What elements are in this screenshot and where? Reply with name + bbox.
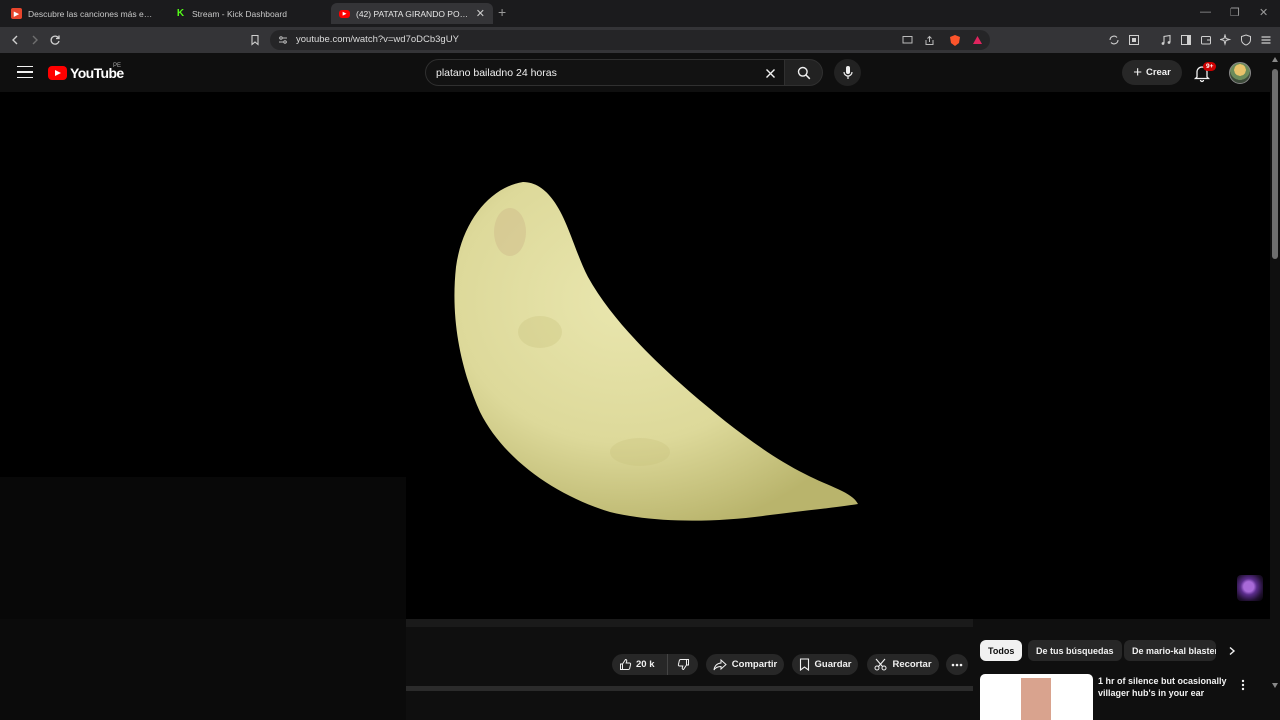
recommendation-more-icon[interactable] [1237, 677, 1249, 693]
save-label: Guardar [814, 659, 852, 670]
browser-tab-kick[interactable]: K Stream - Kick Dashboard [167, 3, 327, 24]
new-tab-button[interactable]: + [498, 4, 506, 20]
create-label: Crear [1145, 67, 1171, 78]
sidebar-icon[interactable] [1179, 33, 1193, 47]
share-page-icon[interactable] [922, 33, 936, 47]
like-button[interactable]: 20 k [612, 654, 668, 675]
search-button[interactable] [785, 59, 823, 86]
search-input[interactable]: platano bailadno 24 horas [425, 59, 785, 86]
minimize-icon[interactable]: — [1200, 6, 1211, 18]
more-actions-button[interactable] [946, 654, 968, 675]
music-app-icon: ▶ [11, 8, 22, 19]
youtube-icon: ▶ [339, 9, 350, 18]
microphone-icon [842, 66, 853, 79]
video-frame-banana [454, 182, 858, 521]
browser-tab-music[interactable]: ▶ Descubre las canciones más escucha [3, 3, 163, 24]
more-horizontal-icon [951, 663, 963, 666]
site-settings-icon[interactable] [276, 33, 290, 47]
voice-search-button[interactable] [834, 59, 861, 86]
page-scrollbar[interactable] [1270, 53, 1280, 720]
share-label: Compartir [731, 659, 778, 670]
back-button[interactable] [6, 31, 24, 49]
tab-label: (42) PATATA GIRANDO POR 10 H [356, 8, 472, 19]
recommendation-thumbnail[interactable] [980, 674, 1093, 720]
avatar[interactable] [1229, 62, 1251, 84]
page-divider [406, 686, 973, 691]
clip-label: Recortar [892, 659, 932, 670]
player-bottom-strip [406, 619, 973, 627]
scissors-icon [874, 658, 887, 671]
browser-menu-icon[interactable] [1259, 33, 1273, 47]
chips-next-button[interactable] [1224, 643, 1240, 659]
clear-search-icon[interactable] [762, 65, 778, 81]
like-dislike-group: 20 k [612, 654, 698, 675]
below-player-area: 20 k Compartir Guardar Recortar Todos De… [0, 619, 1270, 720]
bookmark-icon [251, 34, 259, 46]
share-icon [713, 658, 727, 670]
left-panel [0, 619, 406, 720]
browser-toolbar: youtube.com/watch?v=wd7oDCb3gUY [0, 27, 1280, 53]
clip-button[interactable]: Recortar [867, 654, 939, 675]
music-icon[interactable] [1159, 33, 1173, 47]
dislike-button[interactable] [668, 654, 698, 675]
vpn-shield-icon[interactable] [1239, 33, 1253, 47]
thumbs-up-icon [620, 658, 632, 670]
scroll-down-icon[interactable] [1272, 683, 1278, 688]
scroll-thumb[interactable] [1272, 69, 1278, 259]
close-window-icon[interactable]: ✕ [1259, 6, 1268, 19]
tab-label: Descubre las canciones más escucha [28, 8, 155, 19]
forward-button[interactable] [26, 31, 44, 49]
sync-icon[interactable] [1107, 33, 1121, 47]
screenshot-icon[interactable] [1127, 33, 1141, 47]
youtube-play-icon [48, 66, 67, 80]
reload-button[interactable] [46, 31, 64, 49]
notification-badge: 9+ [1203, 62, 1217, 71]
search-query-text: platano bailadno 24 horas [436, 67, 557, 79]
like-count: 20 k [636, 659, 655, 670]
channel-watermark[interactable] [1237, 575, 1263, 601]
chip-from-searches[interactable]: De tus búsquedas [1028, 640, 1122, 661]
thumbs-down-icon [677, 659, 689, 671]
bookmark-button[interactable] [246, 31, 264, 49]
forward-arrow-icon [32, 35, 38, 45]
video-player[interactable] [0, 92, 1270, 619]
browser-tab-youtube[interactable]: ▶ (42) PATATA GIRANDO POR 10 H ✕ [331, 3, 493, 24]
search-icon [797, 66, 810, 79]
country-code: PE [113, 63, 122, 69]
reload-icon [50, 35, 60, 45]
bookmark-save-icon [799, 658, 809, 671]
recommendation-title[interactable]: 1 hr of silence but ocasionally villager… [1098, 675, 1230, 699]
youtube-header: YouTube PE platano bailadno 24 horas + C… [0, 53, 1270, 92]
chip-from-channel[interactable]: De mario-kal blaster [1124, 640, 1216, 661]
brave-shield-icon[interactable] [948, 33, 962, 47]
leo-ai-icon[interactable] [1219, 33, 1233, 47]
plus-icon: + [1133, 64, 1142, 81]
cast-icon[interactable] [900, 33, 914, 47]
chevron-right-icon [1229, 646, 1236, 656]
create-button[interactable]: + Crear [1122, 60, 1182, 85]
address-bar[interactable]: youtube.com/watch?v=wd7oDCb3gUY [270, 30, 990, 50]
browser-tab-bar: ▶ Descubre las canciones más escucha K S… [0, 0, 1280, 27]
share-button[interactable]: Compartir [706, 654, 784, 675]
scroll-up-icon[interactable] [1272, 57, 1278, 62]
chip-todos[interactable]: Todos [980, 640, 1023, 661]
save-button[interactable]: Guardar [792, 654, 858, 675]
guide-menu-button[interactable] [14, 62, 36, 82]
brave-rewards-icon[interactable] [970, 33, 984, 47]
wallet-icon[interactable] [1199, 33, 1213, 47]
close-tab-icon[interactable]: ✕ [472, 7, 485, 20]
back-arrow-icon [12, 35, 18, 45]
tab-label: Stream - Kick Dashboard [192, 8, 287, 19]
kick-icon: K [175, 8, 186, 19]
url-text: youtube.com/watch?v=wd7oDCb3gUY [296, 34, 459, 45]
restore-icon[interactable]: ❐ [1230, 6, 1240, 19]
